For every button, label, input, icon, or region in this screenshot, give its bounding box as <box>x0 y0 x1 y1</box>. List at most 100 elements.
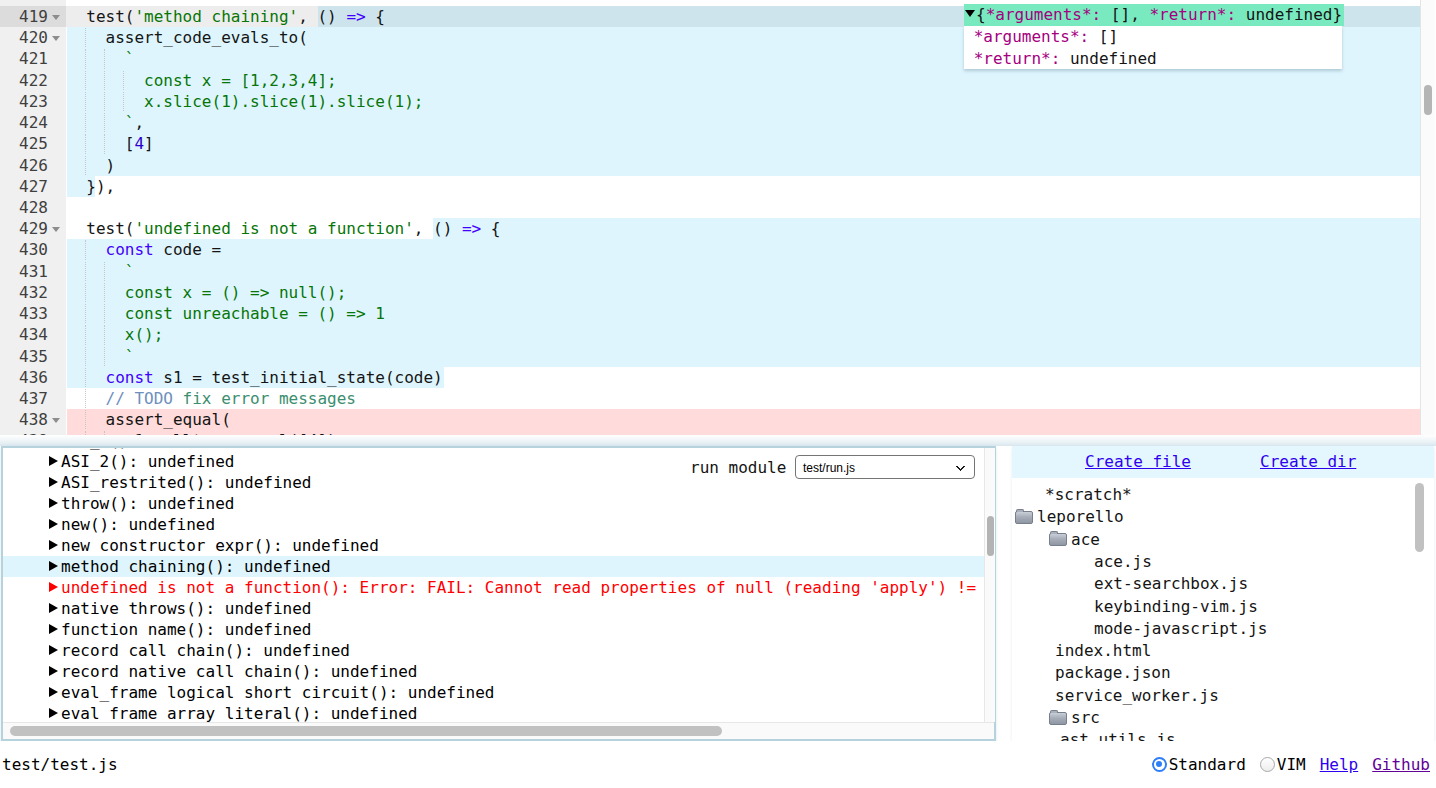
code-line-422[interactable]: const x = [1,2,3,4]; <box>0 70 1420 91</box>
code-seg: () <box>317 7 336 26</box>
test-result-row[interactable]: undefined is not a function(): Error: FA… <box>3 577 984 598</box>
radio-standard-icon[interactable] <box>1152 757 1167 772</box>
tree-item-label: ace <box>1071 529 1100 551</box>
test-result-text: ASI_restrited(): undefined <box>61 472 311 493</box>
tooltip-seg: *arguments*: <box>974 27 1090 46</box>
help-link[interactable]: Help <box>1320 754 1359 775</box>
expand-triangle-icon[interactable] <box>49 645 58 655</box>
output-horizontal-scrollbar[interactable] <box>3 722 994 739</box>
code-line-424[interactable]: `, <box>0 112 1420 133</box>
code-line-426[interactable]: ) <box>0 155 1420 176</box>
code-seg: code = <box>154 240 221 259</box>
code-editor[interactable]: 4194204214224234244254264274284294304314… <box>0 0 1436 435</box>
code-seg: test( <box>67 219 134 238</box>
code-seg: 4 <box>134 134 144 153</box>
code-seg: const <box>106 368 154 387</box>
output-vscrollbar-thumb[interactable] <box>987 516 994 556</box>
tree-item-index.html[interactable]: index.html <box>1012 640 1412 662</box>
tree-item-mode-javascript.js[interactable]: mode-javascript.js <box>1012 618 1412 640</box>
line-highlight <box>67 409 1420 430</box>
code-line-433[interactable]: const unreachable = () => 1 <box>0 303 1420 324</box>
create-dir-link[interactable]: Create dir <box>1260 451 1356 473</box>
collapse-triangle-icon[interactable] <box>965 10 975 17</box>
module-select[interactable]: test/run.js <box>795 455 975 479</box>
create-file-link[interactable]: Create file <box>1085 451 1191 473</box>
code-line-436[interactable]: const s1 = test_initial_state(code) <box>0 367 1420 388</box>
code-seg: const <box>106 240 154 259</box>
editor-panel-divider <box>0 435 1436 446</box>
code-line-434[interactable]: x(); <box>0 324 1420 345</box>
code-seg: s1 = test_initial_state(code) <box>154 368 443 387</box>
tooltip-seg <box>964 49 974 68</box>
test-output-panel: ASI_1(): undefinedASI_2(): undefinedASI_… <box>1 446 996 741</box>
tree-item-service_worker.js[interactable]: service_worker.js <box>1012 685 1412 707</box>
test-result-row[interactable]: eval_frame array_literal(): undefined <box>3 703 984 722</box>
expand-triangle-icon[interactable] <box>49 687 58 697</box>
code-line-430[interactable]: const code = <box>0 239 1420 260</box>
github-link[interactable]: Github <box>1372 754 1430 775</box>
test-result-row[interactable]: new constructor expr(): undefined <box>3 535 984 556</box>
editor-vertical-scrollbar[interactable] <box>1420 0 1435 435</box>
tree-item-ast_utils.js[interactable]: ast_utils.js <box>1012 729 1412 741</box>
code-line-437[interactable]: // TODO fix error messages <box>0 388 1420 409</box>
output-hscrollbar-thumb[interactable] <box>10 726 722 736</box>
tooltip-row[interactable]: *return*: undefined <box>964 48 1342 70</box>
expand-triangle-icon[interactable] <box>49 582 58 592</box>
code-line-428[interactable] <box>0 197 1420 218</box>
expand-triangle-icon[interactable] <box>49 603 58 613</box>
code-line-423[interactable]: x.slice(1).slice(1).slice(1); <box>0 91 1420 112</box>
code-line-432[interactable]: const x = () => null(); <box>0 282 1420 303</box>
test-result-row[interactable]: native throws(): undefined <box>3 598 984 619</box>
test-result-row[interactable]: eval_frame logical short circuit(): unde… <box>3 682 984 703</box>
tree-item-*scratch*[interactable]: *scratch* <box>1012 484 1412 506</box>
code-line-435[interactable]: ` <box>0 346 1420 367</box>
code-seg: ` <box>67 113 134 132</box>
test-result-row[interactable]: throw(): undefined <box>3 493 984 514</box>
expand-triangle-icon[interactable] <box>49 561 58 571</box>
file-tree-header: Create file Create dir <box>1012 446 1434 478</box>
value-tooltip-header[interactable]: {*arguments*: [], *return*: undefined} <box>964 4 1344 26</box>
expand-triangle-icon[interactable] <box>49 540 58 550</box>
test-result-row[interactable]: function name(): undefined <box>3 619 984 640</box>
expand-triangle-icon[interactable] <box>49 477 58 487</box>
code-line-431[interactable]: ` <box>0 261 1420 282</box>
tree-item-src[interactable]: src <box>1012 707 1412 729</box>
test-result-text: method chaining(): undefined <box>61 556 331 577</box>
tree-item-keybinding-vim.js[interactable]: keybinding-vim.js <box>1012 596 1412 618</box>
tree-scrollbar-thumb[interactable] <box>1415 483 1424 552</box>
expand-triangle-icon[interactable] <box>49 708 58 718</box>
expand-triangle-icon[interactable] <box>49 456 58 466</box>
expand-triangle-icon[interactable] <box>49 624 58 634</box>
test-result-row[interactable]: record call chain(): undefined <box>3 640 984 661</box>
code-line-427[interactable]: }), <box>0 176 1420 197</box>
test-result-row[interactable]: new(): undefined <box>3 514 984 535</box>
test-result-row[interactable]: method chaining(): undefined <box>3 556 984 577</box>
expand-triangle-icon[interactable] <box>49 519 58 529</box>
expand-triangle-icon[interactable] <box>49 498 58 508</box>
expand-triangle-icon[interactable] <box>49 666 58 676</box>
editor-scrollbar-thumb[interactable] <box>1424 85 1432 115</box>
radio-vim-icon[interactable] <box>1260 757 1275 772</box>
tree-item-ext-searchbox.js[interactable]: ext-searchbox.js <box>1012 573 1412 595</box>
code-line-429[interactable]: test('undefined is not a function', () =… <box>0 218 1420 239</box>
code-seg: ] <box>144 134 154 153</box>
code-seg: () <box>433 219 452 238</box>
keybinding-standard-option[interactable]: Standard <box>1152 754 1246 775</box>
value-tooltip-body: *arguments*: [] *return*: undefined <box>964 26 1342 69</box>
tooltip-row[interactable]: *arguments*: [] <box>964 26 1342 48</box>
test-result-text: eval_frame logical short circuit(): unde… <box>61 682 494 703</box>
tree-item-label: ace.js <box>1094 551 1152 573</box>
keybinding-vim-option[interactable]: VIM <box>1260 754 1306 775</box>
output-vertical-scrollbar[interactable] <box>984 448 995 722</box>
test-result-row[interactable]: record native call chain(): undefined <box>3 661 984 682</box>
code-seg: ` <box>67 262 134 281</box>
radio-standard-label: Standard <box>1169 754 1246 775</box>
code-line-438[interactable]: assert_equal( <box>0 409 1420 430</box>
tree-item-ace.js[interactable]: ace.js <box>1012 551 1412 573</box>
tree-item-leporello[interactable]: leporello <box>1012 506 1412 528</box>
tree-item-package.json[interactable]: package.json <box>1012 662 1412 684</box>
tree-item-label: index.html <box>1055 640 1151 662</box>
code-line-425[interactable]: [4] <box>0 133 1420 154</box>
code-seg <box>452 219 462 238</box>
tree-item-ace[interactable]: ace <box>1012 529 1412 551</box>
